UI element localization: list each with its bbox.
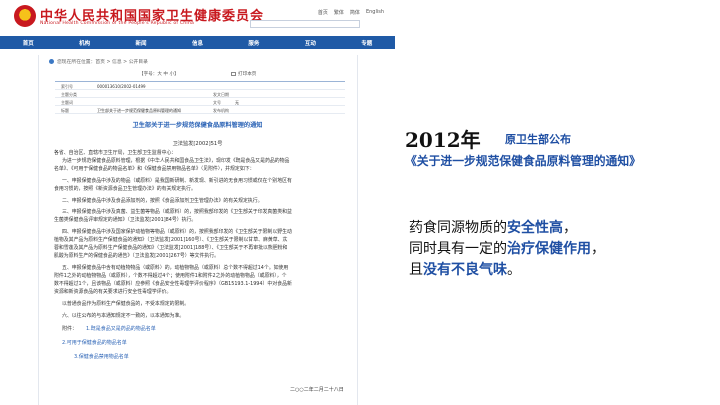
print-icon — [231, 71, 236, 76]
document-paragraph: 生菌类保健食品评审规定的通知》（卫法监发[2001]84号）执行。 — [54, 217, 197, 223]
top-links: 首页 繁体 简体 English — [317, 9, 385, 16]
attachment-link-3[interactable]: 3.保健食品禁用物品名单 — [74, 354, 129, 361]
document-paragraph: 四、申报保健食品中涉及国家保护动植物等物品（或原料）的，按照我部印发的《卫生部关… — [62, 229, 292, 235]
document-paragraph: 一、申报保健食品中涉及的物品（或原料）是我国新研制、新发现、新引进的无食用习惯或… — [62, 178, 292, 184]
attachment-link-2[interactable]: 2.可用于保健食品的物品名单 — [62, 340, 127, 347]
meta-row: 主题词 文号 无 — [55, 98, 345, 106]
print-button[interactable]: 打印本页 — [231, 71, 256, 77]
breadcrumb-text: 您现在所在位置：首页 > 信息 > 公开目录 — [57, 60, 148, 65]
search-input[interactable] — [250, 20, 360, 28]
document-paragraph: 二、申报保健食品中涉及食品添加剂的，按照《食品添加剂卫生管理办法》的有关规定执行… — [62, 198, 263, 204]
document-paragraph: 植物及其产品为原料生产保健食品的通知》（卫法监发[2001]160号）、《卫生部… — [54, 237, 288, 243]
document-paragraph: 食用习惯的，按照《新资源食品卫生管理办法》的有关规定执行。 — [54, 186, 196, 192]
slide-line-text: 药食同源物质的 — [409, 220, 507, 236]
nav-home[interactable]: 首页 — [23, 39, 34, 47]
slide-text-area: 2012年 原卫生部公布 《关于进一步规范保健食品原料管理的通知》 药食同源物质… — [395, 0, 720, 405]
document-paragraph: 名单》、《可用于保健食品的物品名单》和《保健食品禁用物品名单》（见附件），并规定… — [54, 166, 255, 172]
top-link-traditional[interactable]: 繁体 — [333, 9, 345, 16]
nav-services[interactable]: 服务 — [248, 39, 259, 47]
document-date: 二○○二年二月二十八日 — [290, 387, 344, 393]
slide-line: 药食同源物质的安全性高， — [409, 218, 605, 239]
top-link-english[interactable]: English — [365, 9, 385, 16]
location-icon — [49, 59, 54, 64]
attachment-link-1[interactable]: 1.既是食品又是药品的物品名单 — [86, 326, 156, 333]
slide-line-text: 且 — [409, 262, 423, 278]
article-toolbar: 【字号：大 中 小】 打印本页 — [39, 69, 359, 79]
slide-line-text: ， — [563, 220, 577, 236]
meta-row: 索引号 000013610/2002-01499 — [55, 82, 345, 90]
meta-value: 000013610/2002-01499 — [97, 83, 146, 89]
slide-source: 原卫生部公布 — [505, 133, 571, 146]
site-subtitle: National Health Commission of the People… — [40, 21, 195, 26]
meta-key: 发文日期 — [213, 91, 229, 97]
slide-line: 同时具有一定的治疗保健作用， — [409, 239, 605, 260]
document-meta-table: 索引号 000013610/2002-01499 主题分类 发文日期 主题词 文… — [55, 81, 345, 114]
slide-document-title: 《关于进一步规范保健食品原料管理的通知》 — [405, 154, 641, 168]
nav-topics[interactable]: 专题 — [361, 39, 372, 47]
nav-information[interactable]: 信息 — [192, 39, 203, 47]
attachments-label: 附件： — [62, 326, 78, 332]
nav-institutions[interactable]: 机构 — [79, 39, 90, 47]
document-paragraph: 资源和新资源食品的有关要求进行安全性毒理学评价。 — [54, 289, 172, 295]
document-paragraph: 六、以往公布的与本通知规定不一致的，以本通知为准。 — [62, 313, 185, 319]
document-paragraph: 蓉和雪莲及其产品为原料生产保健食品的通知》（卫法监发[2001]188号）、《卫… — [54, 245, 288, 251]
nav-news[interactable]: 新闻 — [136, 39, 147, 47]
document-paragraph: 为进一步规范保健食品原料管理，根据《中华人民共和国食品卫生法》，现印发《既是食品… — [62, 158, 290, 164]
slide-highlight: 没有不良气味 — [423, 262, 507, 278]
top-link-simplified[interactable]: 简体 — [349, 9, 361, 16]
site-header: 中华人民共和国国家卫生健康委员会 National Health Commiss… — [0, 0, 395, 36]
meta-key: 发布机构 — [213, 107, 229, 113]
font-size-selector[interactable]: 【字号：大 中 小】 — [139, 71, 179, 77]
slide-line-text: 。 — [507, 262, 521, 278]
slide-line-text: 同时具有一定的 — [409, 241, 507, 257]
document-paragraph: 以普通食品作为原料生产保健食品的，不受本规定的限制。 — [62, 301, 190, 307]
print-label: 打印本页 — [238, 72, 257, 77]
slide-year: 2012年 — [405, 128, 481, 152]
document-paragraph: 五、申报保健食品中含有动植物物品（或原料）的，动植物物品（或原料）总个数不得超过… — [62, 265, 289, 271]
embedded-webpage-screenshot: 中华人民共和国国家卫生健康委员会 National Health Commiss… — [0, 0, 395, 405]
nav-interaction[interactable]: 互动 — [305, 39, 316, 47]
document-paragraph: 数不得超过1个，且该物品（或原料）应参照《食品安全性毒理学评价程序》（GB151… — [54, 281, 292, 287]
slide-line-text: ， — [591, 241, 605, 257]
document-paragraph: 各省、自治区、直辖市卫生厅局，卫生部卫生监督中心： — [54, 150, 177, 156]
breadcrumb: 您现在所在位置：首页 > 信息 > 公开目录 — [49, 58, 148, 65]
meta-value: 无 — [235, 99, 239, 105]
slide-line: 且没有不良气味。 — [409, 260, 605, 281]
meta-key: 标题 — [61, 107, 69, 113]
document-title: 卫生部关于进一步规范保健食品原料管理的通知 — [132, 122, 263, 129]
national-emblem-icon — [14, 5, 36, 27]
top-link-home[interactable]: 首页 — [317, 9, 329, 16]
document-paragraph: 肌酸为原料生产的保健食品的通告》（卫法监发[2001]267号）等文件执行。 — [54, 253, 219, 259]
meta-key: 文号 — [213, 99, 221, 105]
meta-row: 主题分类 发文日期 — [55, 90, 345, 98]
main-navbar: 首页 机构 新闻 信息 服务 互动 专题 — [0, 36, 395, 49]
slide-highlight: 治疗保健作用 — [507, 241, 591, 257]
meta-key: 主题词 — [61, 99, 73, 105]
document-number: 卫法监发[2002]51号 — [172, 141, 223, 147]
meta-key: 索引号 — [61, 83, 73, 89]
document-paragraph: 附件1之外的动植物物品（或原料），个数不得超过4个；使用附件1和附件2之外的动植… — [54, 273, 287, 279]
document-paragraph: 三、申报保健食品中涉及真菌、益生菌等物品（或原料）的，按照我部印发的《卫生部关于… — [62, 209, 292, 215]
slide-body-text: 药食同源物质的安全性高， 同时具有一定的治疗保健作用， 且没有不良气味。 — [409, 218, 605, 281]
meta-value: 卫生部关于进一步规范保健食品原料管理的通知 — [97, 107, 181, 113]
meta-key: 主题分类 — [61, 91, 77, 97]
meta-row: 标题 卫生部关于进一步规范保健食品原料管理的通知 发布机构 — [55, 106, 345, 114]
slide-highlight: 安全性高 — [507, 220, 563, 236]
